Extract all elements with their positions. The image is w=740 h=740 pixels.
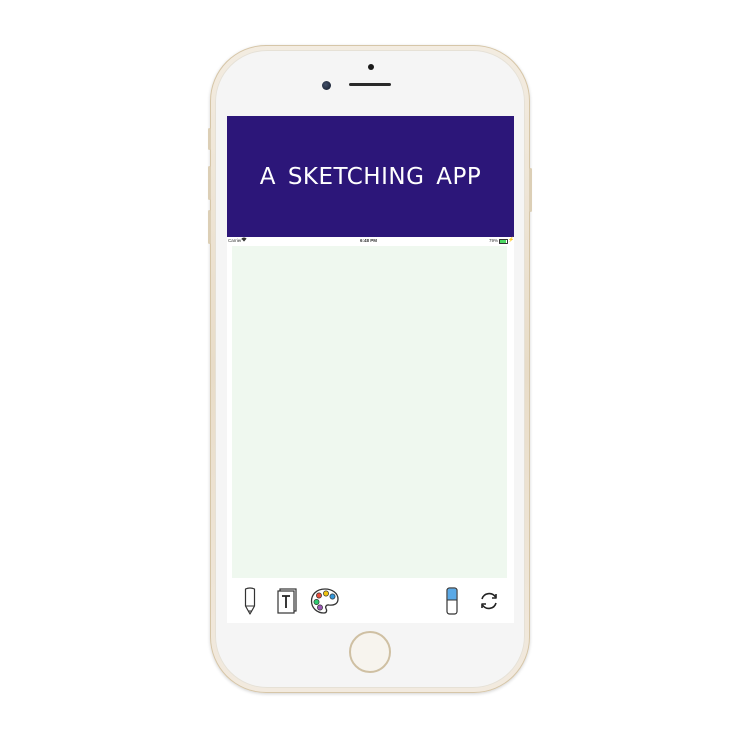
text-tool-button[interactable] [273,585,301,617]
phone-screen: A SKETCHING APP Carrier 6:48 PM 79% ⚡ [227,116,514,623]
wifi-icon [241,237,247,244]
drawing-canvas[interactable] [232,246,507,578]
earpiece-speaker [349,83,391,86]
refresh-icon [481,592,497,610]
text-box-icon [277,588,297,614]
pencil-tool-button[interactable] [236,585,264,617]
color-palette-tool-button[interactable] [309,585,341,617]
battery-icon [499,238,508,244]
status-time: 6:48 PM [360,238,378,243]
status-bar: Carrier 6:48 PM 79% ⚡ [227,237,514,245]
app-title: A SKETCHING APP [259,163,482,190]
carrier-label: Carrier [228,238,242,243]
phone-power-button [529,168,532,212]
palette-icon [310,588,339,614]
front-camera [322,81,331,90]
battery-fill [500,239,506,243]
battery-percent: 79% [489,238,499,243]
phone-volume-down-button [208,210,211,244]
reset-tool-button[interactable] [475,585,503,617]
proximity-sensor [368,64,374,70]
app-banner: A SKETCHING APP [227,116,514,237]
charging-icon: ⚡ [508,237,514,243]
pencil-icon [244,587,256,615]
tool-bar [227,579,514,623]
eraser-icon [446,587,458,615]
eraser-tool-button[interactable] [438,585,466,617]
home-button[interactable] [349,631,391,673]
phone-volume-up-button [208,166,211,200]
phone-mute-switch [208,128,211,150]
